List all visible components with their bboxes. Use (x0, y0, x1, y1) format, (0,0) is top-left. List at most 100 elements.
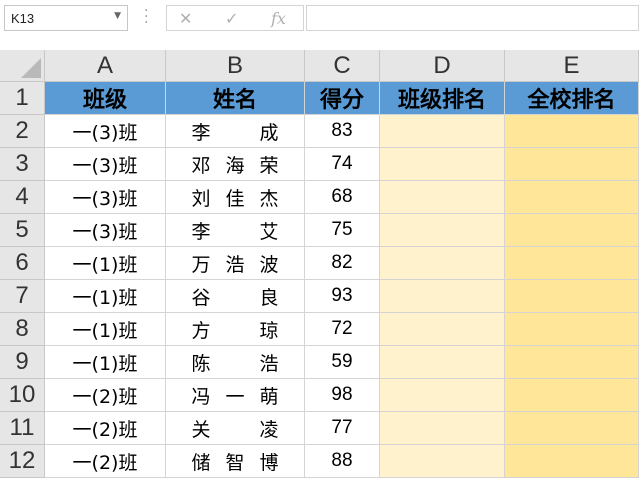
cell-class[interactable]: 一(2)班 (45, 379, 166, 412)
formula-input[interactable] (306, 5, 639, 31)
cell-school-rank[interactable] (505, 214, 639, 247)
cell-class-rank[interactable] (380, 313, 505, 346)
cell-class[interactable]: 一(3)班 (45, 148, 166, 181)
name-char: 方 (191, 319, 211, 342)
cell-score[interactable]: 82 (305, 247, 380, 280)
cell-school-rank[interactable] (505, 346, 639, 379)
header-cell-b[interactable]: 姓名 (166, 82, 305, 115)
cell-class-rank[interactable] (380, 115, 505, 148)
cell-class-rank[interactable] (380, 280, 505, 313)
name-char: 成 (259, 121, 279, 144)
cell-school-rank[interactable] (505, 148, 639, 181)
cell-class[interactable]: 一(3)班 (45, 214, 166, 247)
name-char: 博 (259, 451, 279, 474)
cell-class[interactable]: 一(3)班 (45, 115, 166, 148)
cell-class-rank[interactable] (380, 445, 505, 478)
cell-school-rank[interactable] (505, 313, 639, 346)
row-header-1[interactable]: 1 (0, 82, 45, 115)
name-char: 智 (225, 451, 245, 474)
column-header-e[interactable]: E (505, 50, 639, 82)
cell-school-rank[interactable] (505, 280, 639, 313)
name-char: 海 (225, 154, 245, 177)
name-char: 良 (259, 286, 279, 309)
column-header-a[interactable]: A (45, 50, 166, 82)
cell-school-rank[interactable] (505, 412, 639, 445)
cell-class[interactable]: 一(1)班 (45, 280, 166, 313)
header-cell-d[interactable]: 班级排名 (380, 82, 505, 115)
cell-school-rank[interactable] (505, 181, 639, 214)
cell-class[interactable]: 一(2)班 (45, 412, 166, 445)
cell-name[interactable]: 李成 (166, 115, 305, 148)
cell-score[interactable]: 93 (305, 280, 380, 313)
name-char (225, 415, 245, 442)
cell-class[interactable]: 一(1)班 (45, 247, 166, 280)
column-header-d[interactable]: D (380, 50, 505, 82)
cell-class-rank[interactable] (380, 379, 505, 412)
name-char: 浩 (259, 352, 279, 375)
formula-buttons: ✕ ✓ fx (166, 5, 304, 31)
cell-score[interactable]: 75 (305, 214, 380, 247)
name-char (225, 283, 245, 310)
cell-name[interactable]: 关凌 (166, 412, 305, 445)
cell-name[interactable]: 万浩波 (166, 247, 305, 280)
name-box[interactable]: K13 ▼ (4, 5, 128, 31)
cell-school-rank[interactable] (505, 247, 639, 280)
header-cell-c[interactable]: 得分 (305, 82, 380, 115)
cell-class[interactable]: 一(1)班 (45, 313, 166, 346)
name-char: 冯 (191, 385, 211, 408)
cell-name[interactable]: 刘佳杰 (166, 181, 305, 214)
name-char: 浩 (225, 253, 245, 276)
cell-school-rank[interactable] (505, 379, 639, 412)
cell-class-rank[interactable] (380, 346, 505, 379)
cell-score[interactable]: 68 (305, 181, 380, 214)
cell-score[interactable]: 77 (305, 412, 380, 445)
cell-name[interactable]: 方琼 (166, 313, 305, 346)
cell-school-rank[interactable] (505, 445, 639, 478)
row-header-6[interactable]: 6 (0, 247, 45, 280)
row-header-8[interactable]: 8 (0, 313, 45, 346)
row-header-9[interactable]: 9 (0, 346, 45, 379)
cell-score[interactable]: 83 (305, 115, 380, 148)
row-header-11[interactable]: 11 (0, 412, 45, 445)
name-char: 一 (225, 385, 245, 408)
cell-class[interactable]: 一(3)班 (45, 181, 166, 214)
column-header-c[interactable]: C (305, 50, 380, 82)
cell-name[interactable]: 谷良 (166, 280, 305, 313)
cell-score[interactable]: 98 (305, 379, 380, 412)
cell-name[interactable]: 邓海荣 (166, 148, 305, 181)
name-char: 刘 (191, 187, 211, 210)
row-header-5[interactable]: 5 (0, 214, 45, 247)
cell-name[interactable]: 陈浩 (166, 346, 305, 379)
cancel-icon[interactable]: ✕ (179, 9, 192, 28)
cell-class-rank[interactable] (380, 148, 505, 181)
fx-icon[interactable]: fx (271, 9, 286, 28)
select-all-corner[interactable] (0, 50, 45, 82)
cell-score[interactable]: 72 (305, 313, 380, 346)
chevron-down-icon[interactable]: ▼ (114, 11, 121, 21)
row-header-4[interactable]: 4 (0, 181, 45, 214)
row-header-10[interactable]: 10 (0, 379, 45, 412)
cell-score[interactable]: 88 (305, 445, 380, 478)
cell-class-rank[interactable] (380, 247, 505, 280)
cell-school-rank[interactable] (505, 115, 639, 148)
formula-bar: K13 ▼ · · · ✕ ✓ fx (0, 0, 639, 38)
cell-class[interactable]: 一(1)班 (45, 346, 166, 379)
cell-score[interactable]: 59 (305, 346, 380, 379)
row-header-2[interactable]: 2 (0, 115, 45, 148)
cell-class-rank[interactable] (380, 412, 505, 445)
drag-handle-icon[interactable]: · · · (144, 4, 148, 30)
confirm-icon[interactable]: ✓ (225, 9, 238, 28)
header-cell-a[interactable]: 班级 (45, 82, 166, 115)
row-header-12[interactable]: 12 (0, 445, 45, 478)
cell-name[interactable]: 冯一萌 (166, 379, 305, 412)
cell-name[interactable]: 储智博 (166, 445, 305, 478)
row-header-3[interactable]: 3 (0, 148, 45, 181)
header-cell-e[interactable]: 全校排名 (505, 82, 639, 115)
cell-class-rank[interactable] (380, 181, 505, 214)
cell-name[interactable]: 李艾 (166, 214, 305, 247)
column-header-b[interactable]: B (166, 50, 305, 82)
row-header-7[interactable]: 7 (0, 280, 45, 313)
cell-score[interactable]: 74 (305, 148, 380, 181)
cell-class-rank[interactable] (380, 214, 505, 247)
cell-class[interactable]: 一(2)班 (45, 445, 166, 478)
